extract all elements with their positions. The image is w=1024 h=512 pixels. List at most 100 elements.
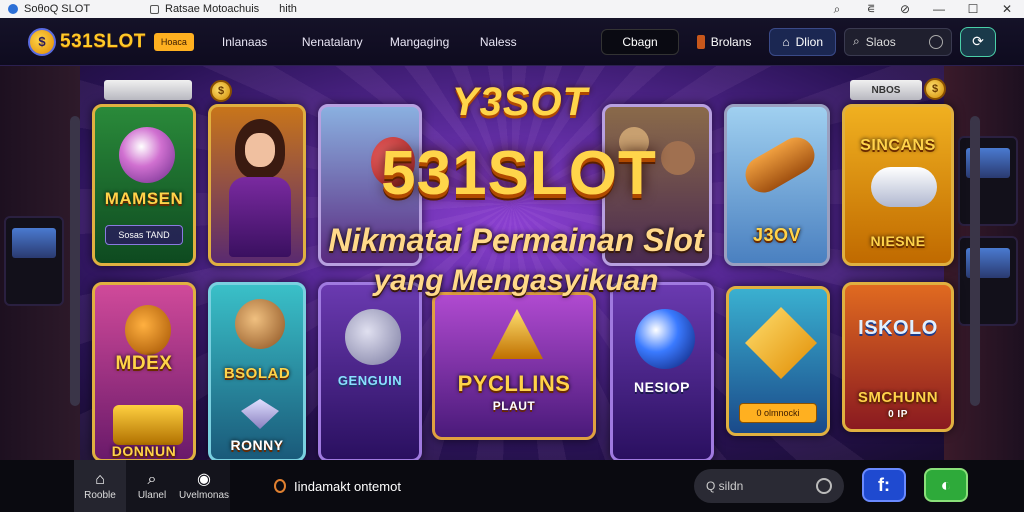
ticker-text: Iindamakt ontemot	[294, 478, 401, 494]
bottom-nav-profile[interactable]: ◉ Uvelmonas	[178, 470, 230, 501]
hero-title: 531SLOT	[381, 139, 657, 208]
tab-icon	[150, 4, 159, 14]
search-icon: ⌕	[853, 34, 860, 48]
brand-badge[interactable]: Hoaca	[153, 32, 194, 51]
brand-logo[interactable]: $ 531SLOT Hoaca	[28, 27, 194, 56]
bottom-search-label: Q sildn	[706, 479, 744, 493]
game-card-1[interactable]: MAMSEN Sosas TAND	[92, 104, 196, 266]
bottom-search-input[interactable]: Q sildn	[694, 469, 844, 503]
bottom-nav: ⌂ Rooble ⌕ Ulanel ◉ Uvelmonas	[74, 460, 230, 512]
game-card-title: NESIOP	[634, 379, 690, 395]
gold-chest-icon	[113, 405, 183, 445]
close-button[interactable]: ✕	[990, 2, 1024, 17]
facebook-button[interactable]: f:	[862, 468, 906, 502]
nav-link-1[interactable]: Inlanaas	[222, 35, 302, 49]
app-logo-icon	[8, 4, 18, 14]
game-card-title: ISKOLO	[858, 317, 938, 339]
nav-link-3[interactable]: Mangaging	[390, 35, 480, 49]
login-button[interactable]: Cbagn	[601, 28, 679, 55]
search-icon: ⌕	[147, 470, 157, 488]
app-name: SoθoQ SLOT	[24, 3, 91, 15]
game-card-5[interactable]: J3OV	[724, 104, 830, 266]
casino-backdrop-left	[0, 66, 80, 460]
chat-button[interactable]: ◐	[924, 468, 968, 502]
game-card-title: MAMSEN	[104, 189, 184, 208]
game-card-subtitle: Sosas TAND	[105, 225, 183, 245]
game-card-title: PYCLLINS	[457, 371, 571, 396]
browser-tab[interactable]: Ratsae Motoachuis	[140, 3, 269, 15]
promo-icon	[696, 34, 705, 49]
orb-icon	[635, 309, 695, 369]
deposit-label: Dlion	[795, 34, 823, 49]
coin-icon: $	[924, 78, 946, 100]
candy-icon	[119, 127, 175, 183]
game-card-subtitle: NIESNE	[870, 233, 926, 249]
minimize-button[interactable]: —	[922, 2, 956, 17]
house-icon: ⌂	[782, 34, 790, 49]
ribbon-left	[104, 80, 192, 100]
tab-extra[interactable]: hith	[269, 3, 307, 15]
ticker[interactable]: Iindamakt ontemot	[274, 479, 401, 494]
plane-icon	[871, 167, 937, 207]
game-card-title: SINCANS	[860, 137, 936, 154]
ribbon-right: NBOS	[850, 80, 922, 100]
game-card-9[interactable]: GENGUIN	[318, 282, 422, 460]
nav-link-4[interactable]: Naless	[480, 35, 540, 49]
lion-icon	[235, 299, 285, 349]
hero-subtitle-line2: yang Mengasyikuan	[373, 264, 659, 297]
casino-backdrop-right	[944, 66, 1024, 460]
rocket-icon	[738, 130, 822, 200]
bottom-nav-home[interactable]: ⌂ Rooble	[74, 460, 126, 512]
game-card-8[interactable]: BSOLAD RONNY	[208, 282, 306, 460]
block-icon[interactable]: ⊘	[888, 2, 922, 17]
bottom-nav-label: Ulanel	[137, 489, 167, 501]
scroll-right-handle[interactable]	[970, 116, 980, 406]
clock-icon	[274, 479, 286, 493]
game-card-subtitle: 0 olmnocki	[739, 403, 817, 423]
nav-link-2[interactable]: Nenatalany	[302, 35, 390, 49]
home-icon: ⌂	[95, 470, 105, 488]
creature-icon	[345, 309, 401, 365]
profile-icon: ◉	[197, 470, 211, 488]
bottom-bar: ⌂ Rooble ⌕ Ulanel ◉ Uvelmonas Iindamakt …	[0, 460, 1024, 512]
bottom-nav-label: Rooble	[84, 489, 116, 501]
maximize-button[interactable]: ☐	[956, 2, 990, 17]
coin-icon: $	[210, 80, 232, 102]
treasure-icon	[125, 305, 171, 355]
game-card-11[interactable]: NESIOP	[610, 282, 714, 460]
game-card-2[interactable]	[208, 104, 306, 266]
hero-banner: MAMSEN Sosas TAND J3OV SINCANS NIESNE MD…	[0, 66, 1024, 460]
promo-button[interactable]: Brolans	[687, 34, 762, 49]
game-card-subtitle: RONNY	[230, 437, 284, 453]
brand-name: 531SLOT	[60, 30, 146, 52]
bottom-nav-search[interactable]: ⌕ Ulanel	[126, 470, 178, 501]
crown-icon	[491, 309, 543, 359]
game-card-7[interactable]: MDEX DONNUN	[92, 282, 196, 460]
gem-icon	[241, 399, 279, 429]
game-card-title: BSOLAD	[223, 365, 291, 382]
character-body-icon	[229, 177, 291, 257]
promo-label: Brolans	[710, 34, 752, 49]
game-card-subtitle: DONNUN	[111, 443, 177, 459]
search-label: Slaos	[865, 34, 896, 49]
scroll-left-handle[interactable]	[70, 116, 80, 406]
hero-subtitle-line1: Nikmatai Permainan Slot	[328, 222, 704, 258]
game-card-6[interactable]: SINCANS NIESNE	[842, 104, 954, 266]
hero-small-logo: Y3SOT	[451, 80, 589, 124]
game-card-10[interactable]: PYCLLINS PLAUT	[432, 292, 596, 440]
refresh-button[interactable]: ⟳	[960, 26, 996, 57]
game-card-title: MDEX	[115, 353, 173, 374]
circle-icon	[929, 34, 943, 49]
game-card-12[interactable]: 0 olmnocki	[726, 286, 830, 436]
tab-extra-label: hith	[279, 3, 297, 15]
filter-icon[interactable]: ⋷	[854, 2, 888, 17]
diamond-icon	[745, 307, 817, 379]
game-card-13[interactable]: ISKOLO SMCHUNN 0 IP	[842, 282, 954, 432]
app-tab[interactable]: SoθoQ SLOT	[0, 3, 140, 15]
deposit-button[interactable]: ⌂ Dlion	[769, 27, 836, 56]
game-card-subtitle: SMCHUNN	[857, 389, 939, 406]
tab-label: Ratsae Motoachuis	[165, 3, 260, 15]
search-box[interactable]: ⌕ Slaos	[844, 27, 952, 56]
search-icon[interactable]: ⌕	[820, 2, 854, 17]
bottom-nav-label: Uvelmonas	[178, 489, 230, 501]
